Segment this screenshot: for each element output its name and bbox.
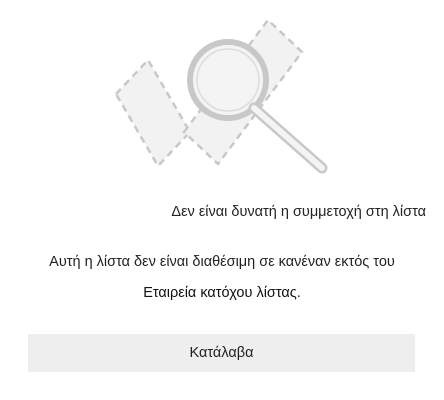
list-unavailable-dialog: Δεν είναι δυνατή η συμμετοχή στη λίστα Α… [0,0,444,400]
dialog-title: Δεν είναι δυνατή η συμμετοχή στη λίστα [171,204,426,220]
dialog-message: Αυτή η λίστα δεν είναι διαθέσιμη σε κανέ… [0,247,444,309]
message-suffix: . [296,285,301,301]
list-owner-name: Εταιρεία κατόχου λίστας [143,285,297,301]
message-owner-line: Εταιρεία κατόχου λίστας. [0,278,444,309]
message-prefix: Αυτή η λίστα δεν είναι διαθέσιμη σε κανέ… [49,254,395,270]
got-it-button[interactable]: Κατάλαβα [28,334,415,372]
search-magnifier-icon [114,18,328,174]
dashed-diamond-shape-left [114,58,192,168]
